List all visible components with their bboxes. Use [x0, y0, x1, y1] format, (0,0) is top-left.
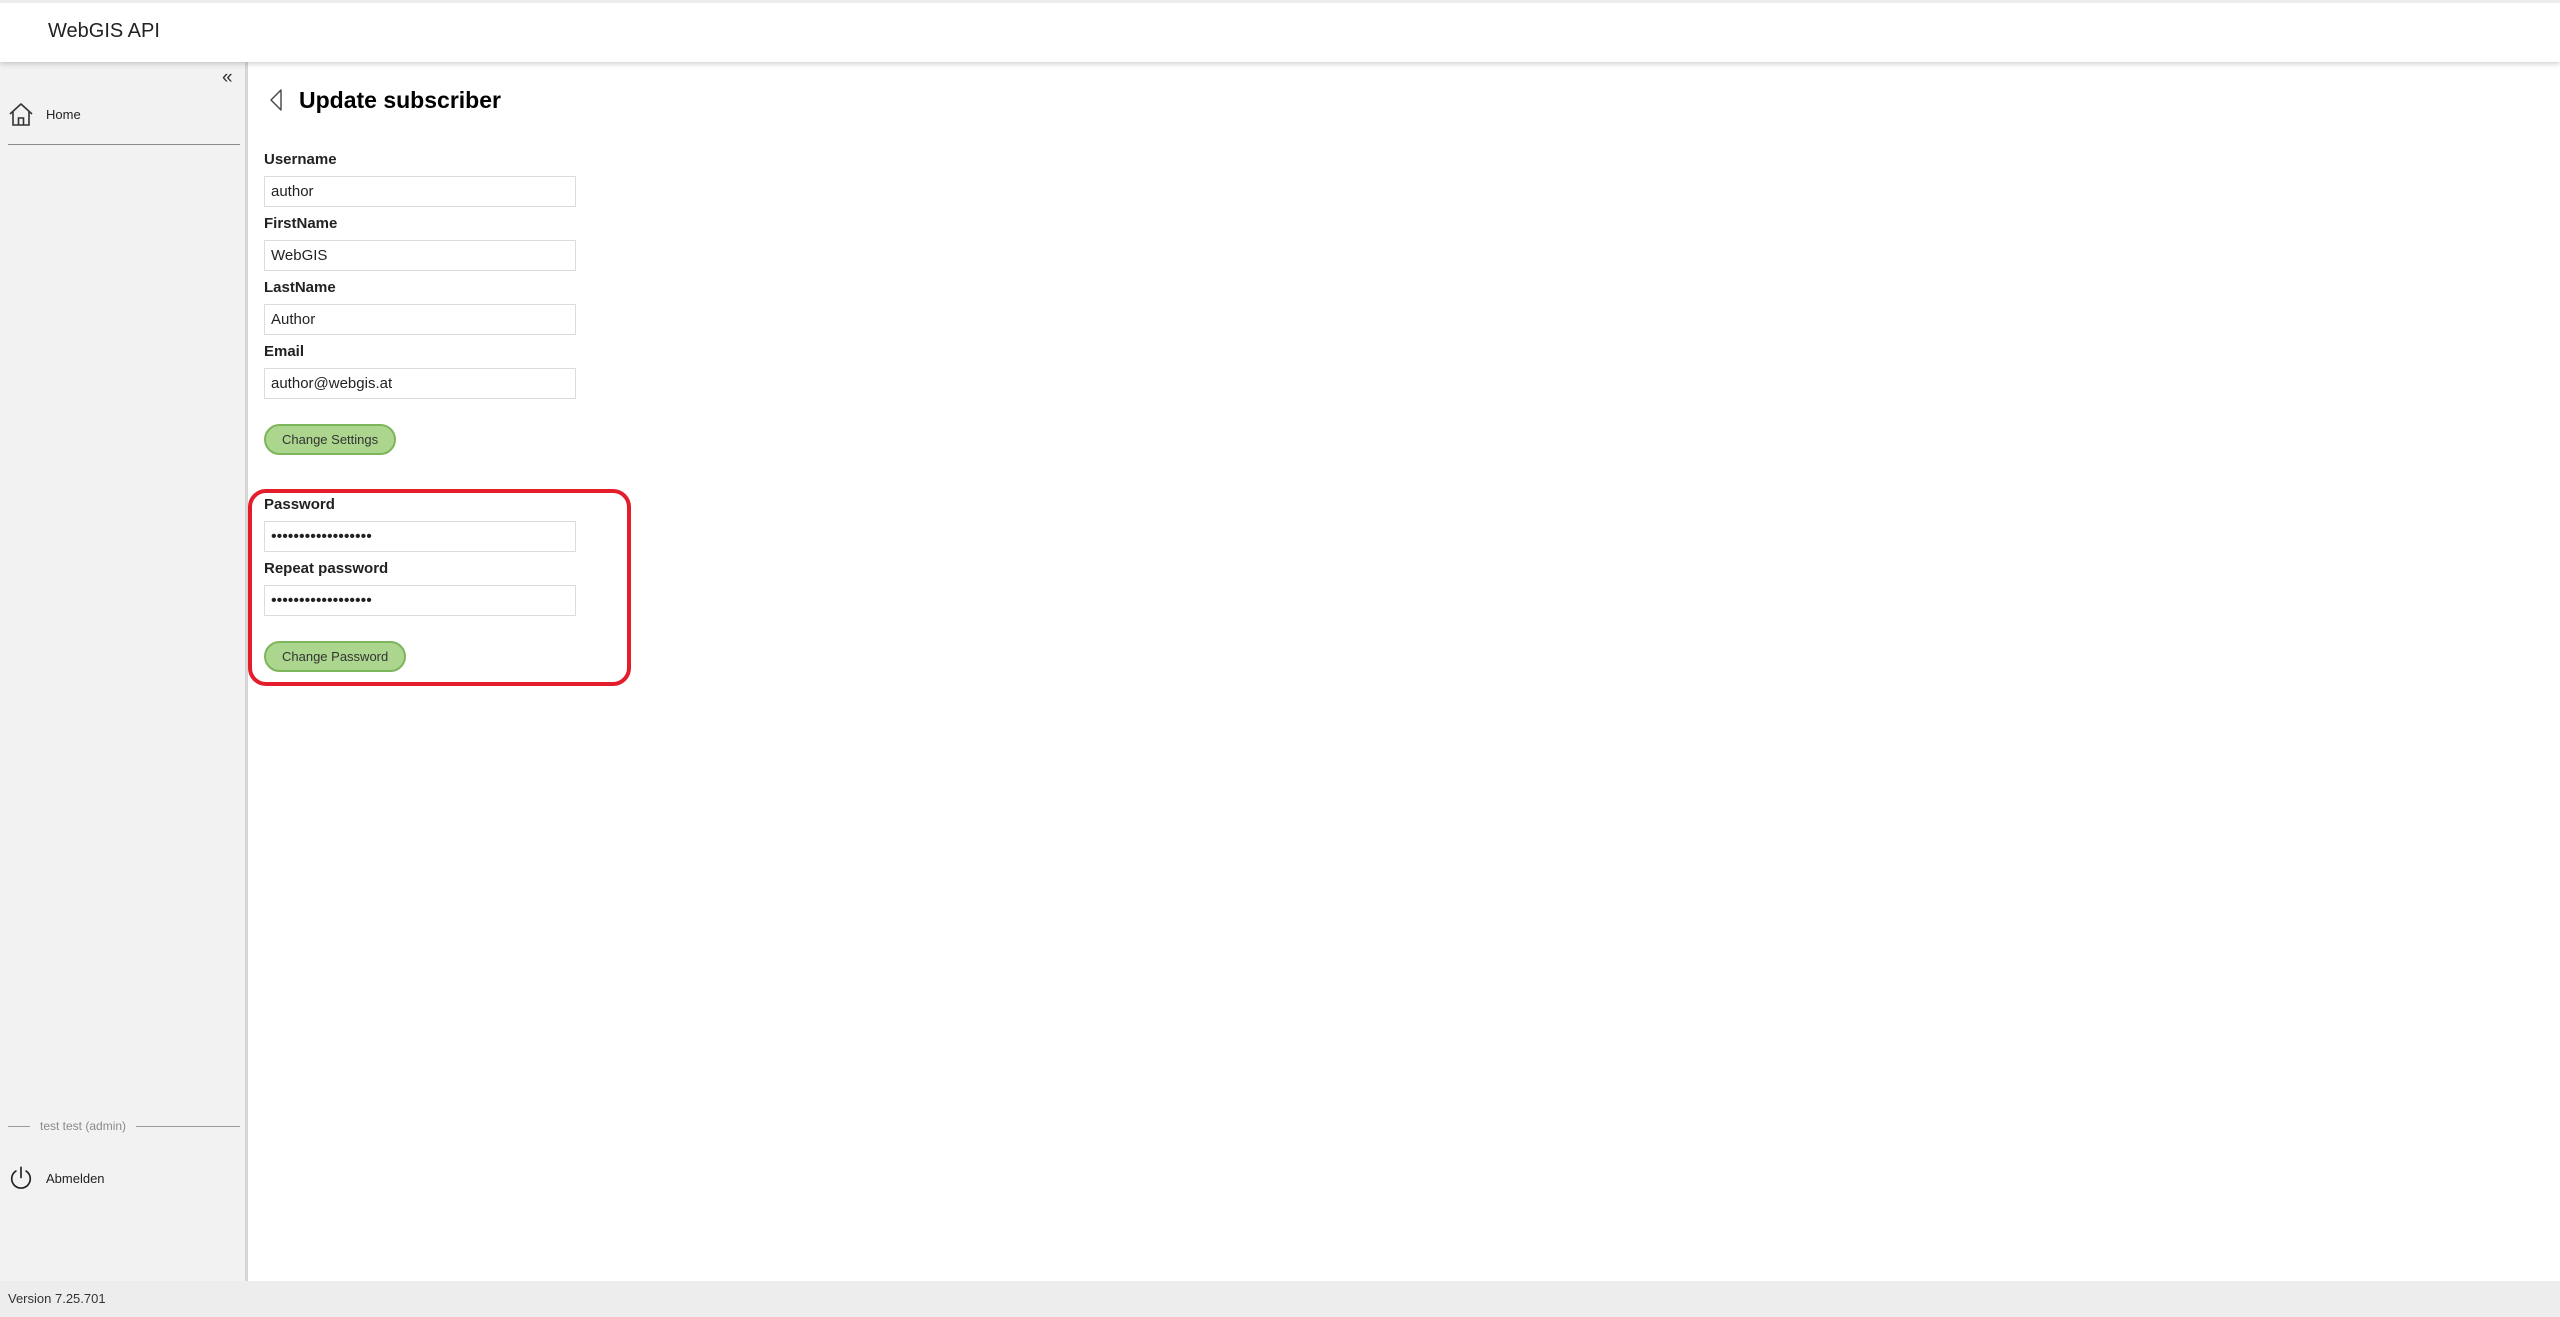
footer: Version 7.25.701	[0, 1281, 2560, 1317]
password-field[interactable]	[264, 521, 576, 552]
version-label: Version 7.25.701	[8, 1291, 106, 1306]
change-password-button[interactable]: Change Password	[264, 641, 407, 672]
page-header: Update subscriber	[265, 82, 501, 118]
lastname-label: LastName	[264, 279, 336, 296]
sidebar: « Home test test (admin) Abmelden	[0, 62, 248, 1281]
logout-button[interactable]: Abmelden	[8, 1162, 240, 1194]
change-settings-button[interactable]: Change Settings	[264, 424, 397, 455]
current-user-label: test test (admin)	[40, 1119, 127, 1133]
firstname-field[interactable]	[264, 240, 576, 271]
email-label: Email	[264, 343, 305, 360]
logout-label: Abmelden	[46, 1170, 105, 1186]
sidebar-item-label: Home	[46, 106, 81, 122]
page-title: Update subscriber	[299, 86, 501, 113]
email-field[interactable]	[264, 368, 576, 399]
sidebar-item-home[interactable]: Home	[8, 98, 240, 130]
username-field[interactable]	[264, 176, 576, 207]
lastname-field[interactable]	[264, 304, 576, 335]
username-label: Username	[264, 151, 337, 168]
main-content: Update subscriber Username FirstName Las…	[248, 62, 2560, 1281]
collapse-sidebar-icon[interactable]: «	[222, 68, 233, 88]
firstname-label: FirstName	[264, 215, 338, 232]
back-icon[interactable]	[265, 87, 287, 113]
home-icon	[8, 100, 34, 128]
user-section: test test (admin)	[8, 1116, 240, 1136]
password-label: Password	[264, 496, 335, 513]
user-divider-left	[8, 1125, 30, 1127]
repeat-password-label: Repeat password	[264, 560, 389, 577]
user-divider-right	[136, 1125, 240, 1127]
sidebar-divider	[8, 144, 240, 145]
repeat-password-field[interactable]	[264, 585, 576, 616]
top-bar: WebGIS API	[0, 0, 2560, 62]
power-icon	[8, 1164, 34, 1192]
app-title: WebGIS API	[48, 20, 160, 42]
